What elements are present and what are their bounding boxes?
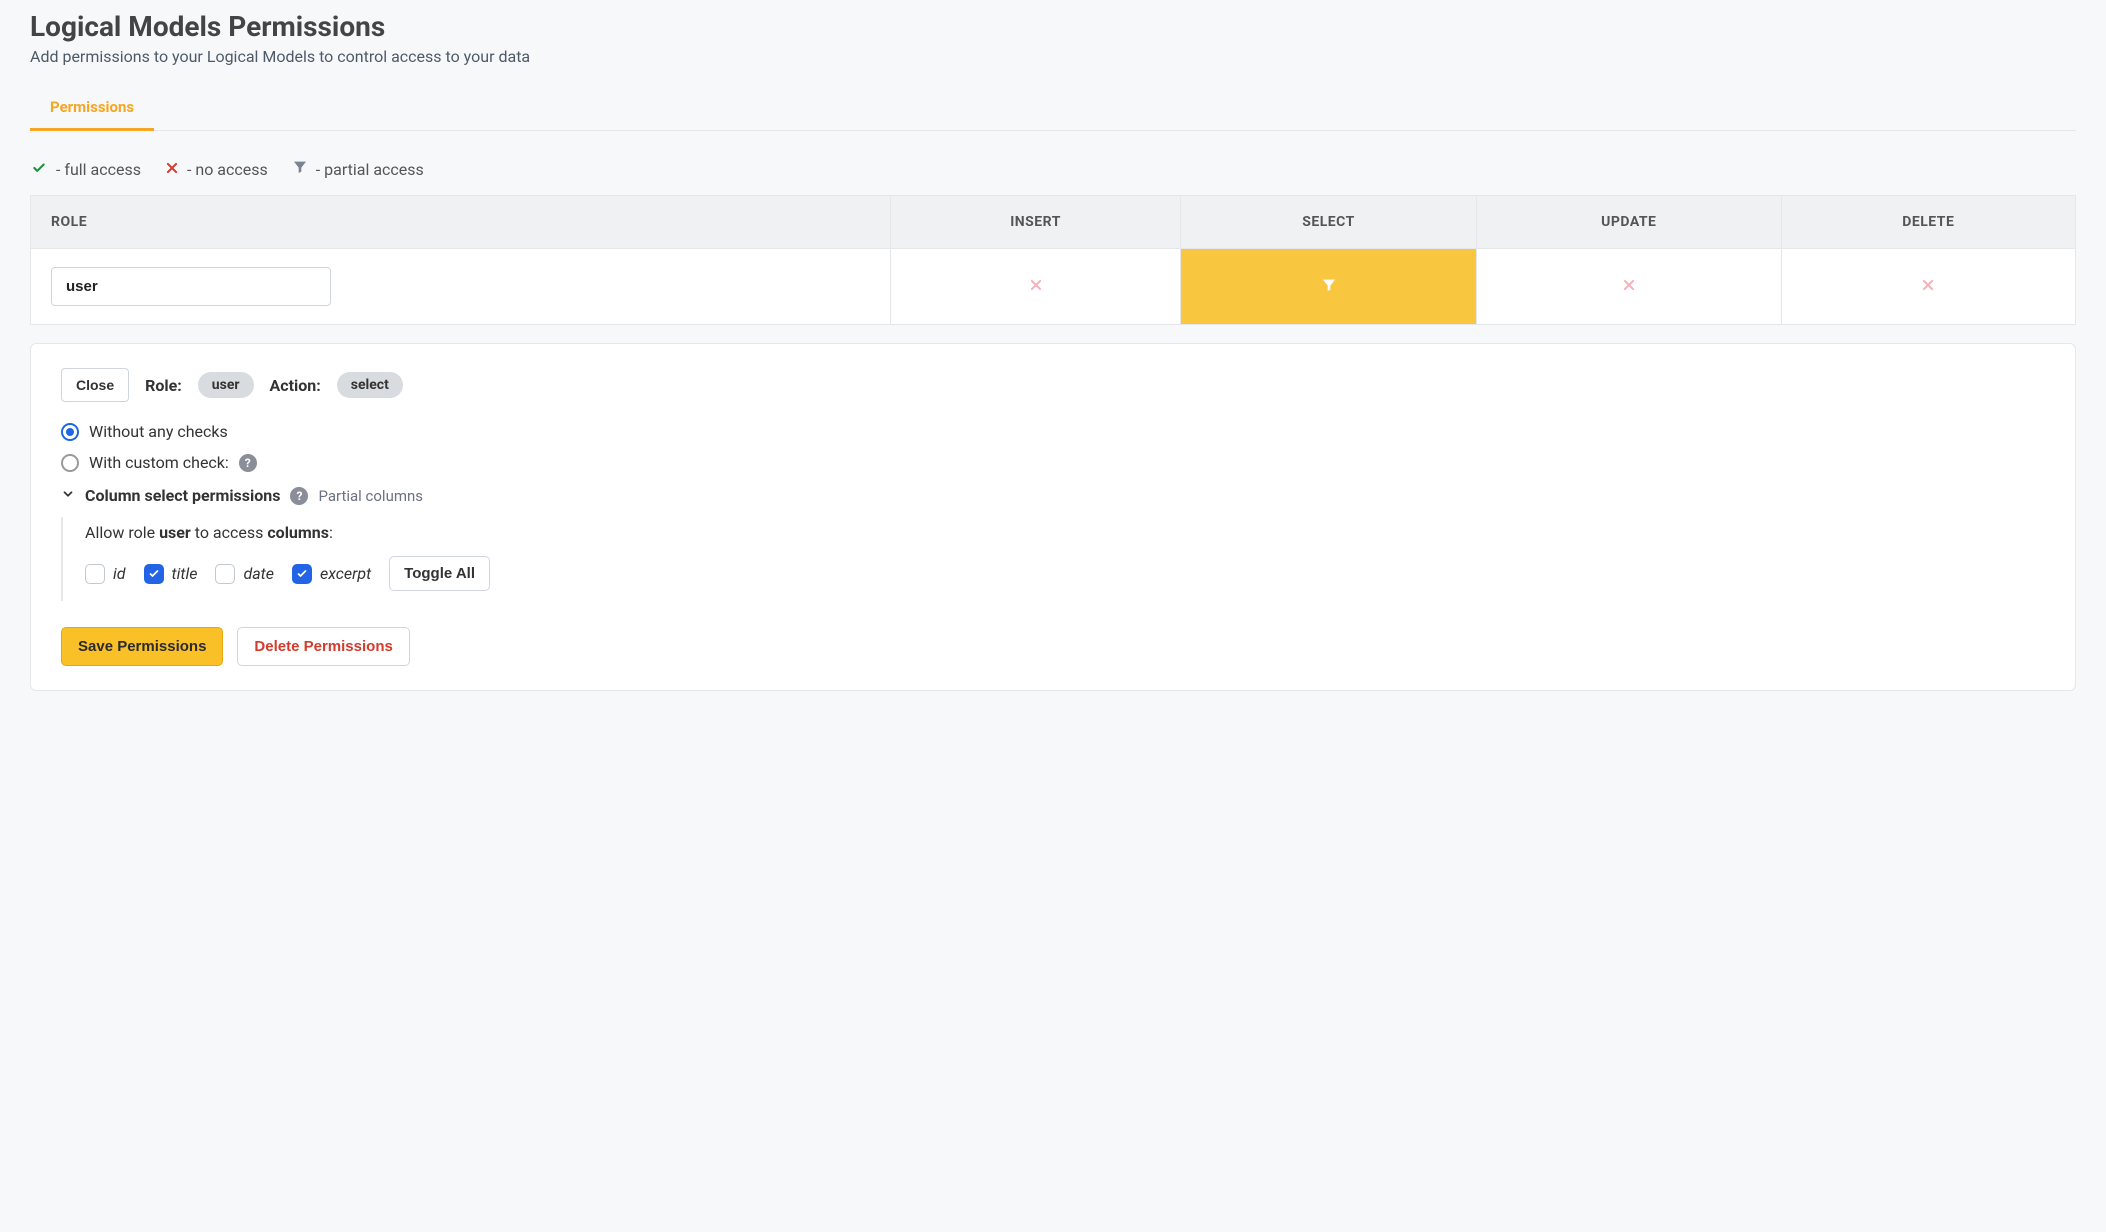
funnel-icon [1321, 281, 1337, 297]
radio-without-checks[interactable]: Without any checks [61, 422, 2045, 441]
th-delete: DELETE [1781, 196, 2075, 249]
tab-permissions[interactable]: Permissions [30, 86, 154, 131]
page-title: Logical Models Permissions [30, 10, 2076, 43]
action-pill: select [337, 372, 403, 398]
column-checkbox-excerpt[interactable]: excerpt [292, 564, 371, 584]
radio-icon [61, 454, 79, 472]
action-label: Action: [270, 376, 321, 395]
checkbox-icon [215, 564, 235, 584]
checkbox-checked-icon [144, 564, 164, 584]
column-checkbox-date[interactable]: date [215, 564, 274, 584]
check-icon [30, 160, 48, 179]
checkbox-checked-icon [292, 564, 312, 584]
column-permissions-toggle[interactable]: Column select permissions ? Partial colu… [61, 486, 2045, 505]
legend-no-access: - no access [165, 160, 268, 179]
radio-icon [61, 423, 79, 441]
help-icon[interactable]: ? [290, 487, 308, 505]
perm-cell-insert[interactable] [891, 249, 1181, 325]
role-pill: user [198, 372, 254, 398]
role-label: Role: [145, 376, 182, 395]
th-role: ROLE [31, 196, 891, 249]
cross-icon [1029, 280, 1043, 296]
column-checkbox-title[interactable]: title [144, 564, 198, 584]
cross-icon [1622, 280, 1636, 296]
page-subtitle: Add permissions to your Logical Models t… [30, 47, 2076, 66]
column-checkbox-id[interactable]: id [85, 564, 126, 584]
legend-partial-label: - partial access [316, 160, 424, 179]
chevron-down-icon [61, 486, 75, 505]
permissions-editor: Close Role: user Action: select Without … [30, 343, 2076, 691]
radio-custom-check[interactable]: With custom check: ? [61, 453, 2045, 472]
column-section-status: Partial columns [318, 487, 423, 505]
perm-cell-update[interactable] [1476, 249, 1781, 325]
tabs: Permissions [30, 86, 2076, 131]
column-name: id [113, 564, 126, 583]
legend-none-label: - no access [187, 160, 268, 179]
funnel-icon [292, 159, 308, 179]
role-input[interactable] [51, 267, 331, 306]
checkbox-icon [85, 564, 105, 584]
delete-permissions-button[interactable]: Delete Permissions [237, 627, 409, 666]
legend-partial-access: - partial access [292, 159, 424, 179]
column-name: excerpt [320, 564, 371, 583]
allow-text: Allow role user to access columns: [85, 523, 2045, 542]
perm-cell-select[interactable] [1181, 249, 1477, 325]
legend-full-label: - full access [56, 160, 141, 179]
column-name: title [172, 564, 198, 583]
radio-without-label: Without any checks [89, 422, 228, 441]
cross-icon [1921, 280, 1935, 296]
radio-custom-label: With custom check: [89, 453, 229, 472]
th-update: UPDATE [1476, 196, 1781, 249]
legend: - full access - no access - partial acce… [30, 159, 2076, 179]
column-name: date [243, 564, 274, 583]
toggle-all-button[interactable]: Toggle All [389, 556, 490, 591]
perm-cell-delete[interactable] [1781, 249, 2075, 325]
help-icon[interactable]: ? [239, 454, 257, 472]
save-permissions-button[interactable]: Save Permissions [61, 627, 223, 666]
legend-full-access: - full access [30, 160, 141, 179]
th-select: SELECT [1181, 196, 1477, 249]
cross-icon [165, 160, 179, 179]
close-button[interactable]: Close [61, 368, 129, 402]
permissions-table: ROLE INSERT SELECT UPDATE DELETE [30, 195, 2076, 325]
th-insert: INSERT [891, 196, 1181, 249]
column-section-title: Column select permissions [85, 486, 280, 505]
table-row [31, 249, 2076, 325]
